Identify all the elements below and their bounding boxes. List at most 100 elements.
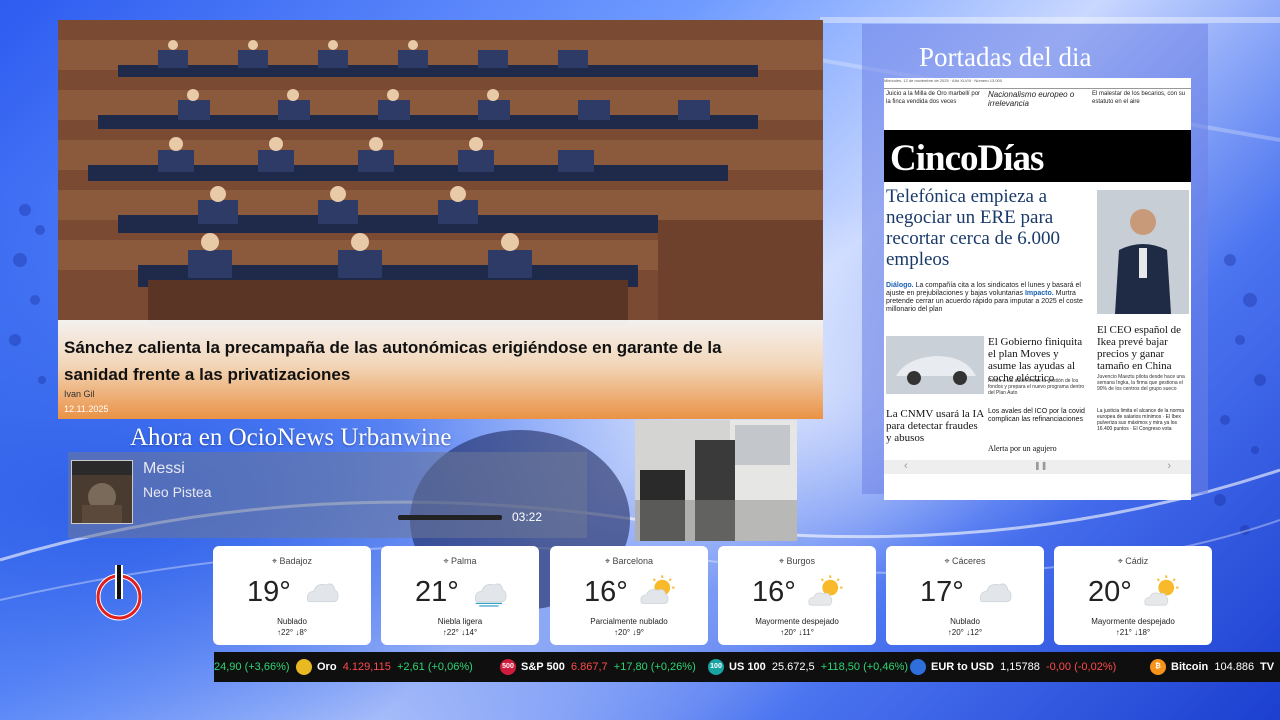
teaser-3: El malestar de los becarios, con su esta…: [1092, 91, 1186, 105]
news-caption: Sánchez calienta la precampaña de las au…: [58, 320, 823, 419]
moves-subtext: Retira a las autonomías la gestión de lo…: [988, 378, 1085, 396]
cloud-icon: [980, 583, 1012, 603]
ticker-item[interactable]: ₿ Bitcoin 104.886: [1150, 652, 1260, 682]
ticker-item[interactable]: EUR to USD 1,15788 -0,00 (-0,02%): [910, 652, 1116, 682]
weather-range: ↑22° ↓14°: [442, 628, 478, 637]
newspaper-front-page[interactable]: Miércoles, 12 de noviembre de 2025 · Año…: [884, 78, 1191, 500]
ticker-name: Bitcoin: [1171, 661, 1209, 673]
weather-city-name: Barcelona: [612, 556, 654, 566]
track-artist: Neo Pistea: [143, 484, 212, 500]
weather-card[interactable]: ⌖ Cádiz 20° Mayormente despejado ↑21° ↓18°: [1054, 546, 1212, 645]
paper-carousel-nav: ‹ ❚❚ ›: [884, 460, 1191, 474]
portadas-panel: Portadas del dia Miércoles, 12 de noviem…: [862, 24, 1208, 500]
ikea-headline: El CEO español de Ikea prevé bajar preci…: [1097, 324, 1182, 372]
pause-icon[interactable]: ❚❚: [1034, 461, 1047, 470]
lede-label-2: Impacto.: [1024, 290, 1054, 297]
weather-card[interactable]: ⌖ Badajoz 19° Nublado ↑22° ↓8°: [213, 546, 371, 645]
weather-temp: 17°: [920, 576, 964, 608]
weather-condition: Niebla ligera: [437, 617, 483, 626]
weather-city-name: Cádiz: [1125, 556, 1149, 566]
ticker-name: US 100: [729, 661, 766, 673]
paper-masthead: CincoDías: [884, 130, 1191, 182]
weather-card[interactable]: ⌖ Barcelona 16° Parcialmente nublado ↑20° ↓…: [550, 546, 708, 645]
video-thumbnail[interactable]: [635, 420, 797, 541]
ticker-price: 1,15788: [1000, 661, 1040, 673]
paper-headline: Telefónica empieza a negociar un ERE par…: [886, 186, 1061, 270]
ticker-change: +118,50 (+0,46%): [820, 661, 909, 673]
now-playing-heading: Ahora en OcioNews Urbanwine: [130, 424, 452, 451]
ikea-subtext: Juvencio Maeztu pilota desde hace una se…: [1097, 374, 1185, 392]
ticker-item[interactable]: 500 S&P 500 6.867,7 +17,80 (+0,26%): [500, 652, 696, 682]
album-cover: [71, 460, 133, 524]
weather-condition: Mayormente despejado: [1091, 617, 1175, 626]
weather-range: ↑20° ↓12°: [947, 628, 983, 637]
cloud-icon: [307, 583, 339, 603]
small-briefs: La justicia limita el alcance de la norm…: [1097, 408, 1184, 432]
weather-card[interactable]: ⌖ Cáceres 17° Nublado ↑20° ↓12°: [886, 546, 1044, 645]
weather-range: ↑21° ↓18°: [1115, 628, 1151, 637]
portadas-title: Portadas del dia: [919, 42, 1092, 72]
location-pin-icon: ⌖: [1117, 556, 1123, 566]
car-photo: [886, 336, 984, 394]
ticker-badge-icon: [910, 659, 926, 676]
weather-range: ↑20° ↓11°: [780, 628, 814, 637]
mostly-sunny-icon: [808, 575, 843, 606]
chevron-left-icon[interactable]: ‹: [904, 460, 908, 472]
weather-city: ⌖ Burgos: [718, 556, 876, 567]
ticker-name: EUR to USD: [931, 661, 994, 673]
ticker-badge-icon: 500: [500, 659, 516, 676]
tv-badge: TV: [1260, 661, 1275, 673]
weather-range: ↑20° ↓9°: [614, 628, 644, 637]
weather-condition: Mayormente despejado: [755, 617, 839, 626]
teaser-1: Juicio a la Milla de Oro marbellí por la…: [886, 91, 981, 105]
music-player[interactable]: Messi Neo Pistea 03:22: [68, 452, 587, 538]
ticker-badge-icon: [296, 659, 312, 676]
weather-temp: 21°: [415, 576, 459, 608]
ticker-price: 104.886: [1214, 661, 1255, 673]
weather-card[interactable]: ⌖ Palma 21° Niebla ligera ↑22° ↓14°: [381, 546, 539, 645]
ico-headline: Los avales del ICO por la covid complica…: [988, 408, 1085, 423]
weather-condition: Nublado: [950, 617, 980, 626]
ticker-badge-icon: ₿: [1150, 659, 1166, 676]
news-headline[interactable]: Sánchez calienta la precampaña de las au…: [64, 334, 784, 388]
ticker-price: 6.867,7: [570, 661, 608, 673]
partly-cloudy-icon: [640, 575, 675, 604]
news-card[interactable]: Sánchez calienta la precampaña de las au…: [58, 20, 823, 419]
weather-condition: Nublado: [277, 617, 307, 626]
ticker-lead: 24,90 (+3,66%): [214, 652, 290, 682]
ticker-item[interactable]: 100 US 100 25.672,5 +118,50 (+0,46%): [708, 652, 908, 682]
ticker-lead-change: 24,90 (+3,66%): [214, 661, 290, 673]
lede-label-1: Diálogo.: [886, 282, 914, 289]
location-pin-icon: ⌖: [778, 556, 785, 566]
fog-icon: [475, 583, 507, 607]
location-pin-icon: ⌖: [944, 556, 950, 566]
weather-card[interactable]: ⌖ Burgos 16° Mayormente despejado ↑20° ↓11°: [718, 546, 876, 645]
track-time: 03:22: [512, 510, 543, 524]
weather-city-name: Cáceres: [952, 556, 986, 566]
weather-city-name: Burgos: [786, 556, 816, 566]
weather-city: ⌖ Badajoz: [213, 556, 371, 567]
location-pin-icon: ⌖: [443, 556, 449, 566]
alerta-headline: Alerta por un agujero: [988, 444, 1057, 453]
weather-range: ↑22° ↓8°: [277, 628, 307, 637]
playback-progress[interactable]: [398, 515, 502, 520]
weather-temp: 19°: [247, 576, 291, 608]
ticker-badge-icon: 100: [708, 659, 724, 676]
chevron-right-icon[interactable]: ›: [1167, 460, 1171, 472]
location-pin-icon: ⌖: [271, 556, 278, 566]
ticker-change: +17,80 (+0,26%): [613, 661, 696, 673]
power-icon[interactable]: [96, 565, 142, 621]
paper-dateline: Miércoles, 12 de noviembre de 2025 · Año…: [884, 78, 1191, 89]
ticker-price: 25.672,5: [771, 661, 815, 673]
weather-city: ⌖ Cádiz: [1054, 556, 1212, 567]
weather-city: ⌖ Cáceres: [886, 556, 1044, 567]
cnmv-headline: La CNMV usará la IA para detectar fraude…: [886, 408, 984, 444]
weather-temp: 16°: [584, 576, 628, 608]
weather-city-name: Badajoz: [279, 556, 313, 566]
weather-city: ⌖ Barcelona: [550, 556, 708, 567]
executive-photo: [1097, 190, 1189, 314]
ticker-item[interactable]: Oro 4.129,115 +2,61 (+0,06%): [296, 652, 473, 682]
ticker-name: Oro: [317, 661, 337, 673]
weather-temp: 20°: [1088, 576, 1132, 608]
ticker-name: S&P 500: [521, 661, 565, 673]
